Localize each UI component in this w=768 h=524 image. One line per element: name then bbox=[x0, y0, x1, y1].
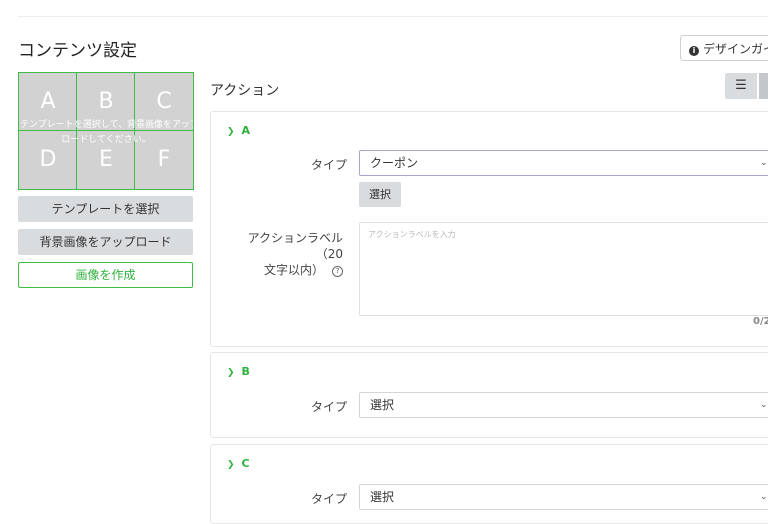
list-view-icon[interactable]: ☰ bbox=[725, 73, 757, 99]
chevron-down-icon: ❯ bbox=[227, 368, 235, 378]
template-preview[interactable]: A B C D E F テンプレートを選択して、背景画像をアップ ロードしてくだ… bbox=[18, 72, 194, 190]
action-panel-a: ❯ A タイプ クーポン ⌄ 選択 アクションラベル（20 文字以内）? アクショ… bbox=[210, 111, 768, 347]
grid-view-icon[interactable] bbox=[759, 73, 768, 99]
type-select-a[interactable]: クーポン ⌄ bbox=[359, 150, 768, 176]
action-panel-c: ❯ C タイプ 選択 ⌄ bbox=[210, 444, 768, 524]
type-select-c[interactable]: 選択 ⌄ bbox=[359, 484, 768, 510]
preview-hint: テンプレートを選択して、背景画像をアップ ロードしてください。 bbox=[20, 120, 193, 145]
design-guide-button[interactable]: i デザインガイド bbox=[680, 35, 768, 61]
type-label: タイプ bbox=[311, 400, 348, 414]
panel-header-b[interactable]: ❯ B bbox=[227, 365, 250, 378]
page-title: コンテンツ設定 bbox=[18, 41, 137, 61]
chevron-down-icon: ⌄ bbox=[760, 400, 768, 410]
type-label: タイプ bbox=[311, 492, 348, 506]
top-divider bbox=[18, 16, 768, 17]
choose-coupon-button[interactable]: 選択 bbox=[359, 182, 401, 207]
action-label-label: アクションラベル（20 文字以内）? bbox=[247, 231, 343, 277]
type-select-b[interactable]: 選択 ⌄ bbox=[359, 392, 768, 418]
chevron-down-icon: ❯ bbox=[227, 127, 235, 137]
select-template-button[interactable]: テンプレートを選択 bbox=[18, 196, 193, 222]
chevron-down-icon: ❯ bbox=[227, 460, 235, 470]
help-icon[interactable]: ? bbox=[332, 266, 343, 277]
design-guide-label: デザインガイド bbox=[703, 42, 768, 56]
type-label: タイプ bbox=[311, 158, 348, 172]
chevron-down-icon: ⌄ bbox=[760, 492, 768, 502]
create-image-button[interactable]: 画像を作成 bbox=[18, 262, 193, 288]
action-panel-b: ❯ B タイプ 選択 ⌄ bbox=[210, 352, 768, 438]
chevron-down-icon: ⌄ bbox=[760, 158, 768, 168]
info-icon: i bbox=[689, 46, 699, 56]
char-counter: 0/20 bbox=[753, 316, 768, 327]
upload-background-button[interactable]: 背景画像をアップロード bbox=[18, 229, 193, 255]
actions-title: アクション bbox=[210, 83, 280, 99]
panel-header-a[interactable]: ❯ A bbox=[227, 124, 250, 137]
action-label-input[interactable]: アクションラベルを入力 bbox=[359, 222, 768, 316]
panel-header-c[interactable]: ❯ C bbox=[227, 457, 250, 470]
